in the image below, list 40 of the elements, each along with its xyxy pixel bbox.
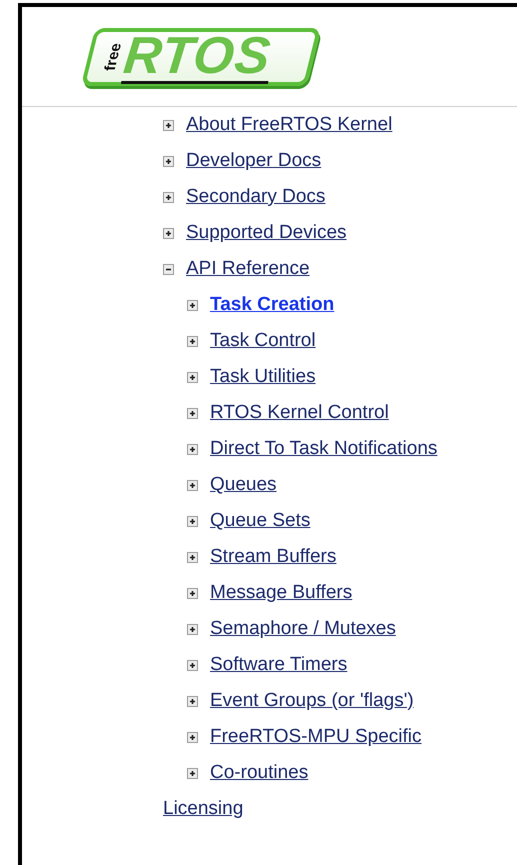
nav-link[interactable]: Semaphore / Mutexes (210, 618, 396, 640)
expand-icon[interactable] (187, 480, 198, 490)
nav-link[interactable]: Task Utilities (210, 366, 316, 388)
expand-icon[interactable] (163, 156, 174, 166)
expand-icon[interactable] (163, 228, 174, 238)
expand-icon[interactable] (187, 660, 198, 670)
nav-link[interactable]: Supported Devices (186, 222, 347, 244)
expand-icon[interactable] (187, 408, 198, 418)
nav-link[interactable]: RTOS Kernel Control (210, 402, 389, 424)
expand-icon[interactable] (187, 516, 198, 526)
nav-link[interactable]: Event Groups (or 'flags') (210, 690, 414, 712)
nav-link[interactable]: Queues (210, 474, 277, 496)
expand-icon[interactable] (187, 588, 198, 598)
expand-icon[interactable] (187, 444, 198, 454)
nav-link[interactable]: Software Timers (210, 654, 348, 676)
nav-link[interactable]: Developer Docs (186, 150, 322, 172)
nav-link[interactable]: About FreeRTOS Kernel (186, 114, 392, 136)
nav-link[interactable]: API Reference (186, 258, 310, 280)
expand-icon[interactable] (187, 336, 198, 346)
nav-link[interactable]: Queue Sets (210, 510, 310, 532)
nav-link[interactable]: Direct To Task Notifications (210, 438, 438, 460)
expand-icon[interactable] (187, 372, 198, 382)
nav-link[interactable]: Licensing (163, 798, 244, 820)
expand-icon[interactable] (163, 192, 174, 202)
nav-link[interactable]: FreeRTOS-MPU Specific (210, 726, 422, 748)
expand-icon[interactable] (163, 120, 174, 130)
expand-icon[interactable] (187, 696, 198, 706)
nav-link[interactable]: Task Creation (210, 294, 334, 316)
expand-icon[interactable] (187, 552, 198, 562)
nav-link[interactable]: Co-routines (210, 762, 308, 784)
expand-icon[interactable] (187, 300, 198, 310)
nav-link[interactable]: Task Control (210, 330, 316, 352)
nav-link[interactable]: Stream Buffers (210, 546, 336, 568)
expand-icon[interactable] (187, 732, 198, 742)
nav-link[interactable]: Message Buffers (210, 582, 352, 604)
logo-text: RTOS (120, 30, 273, 84)
nav-link[interactable]: Secondary Docs (186, 186, 326, 208)
collapse-icon[interactable] (163, 264, 174, 274)
expand-icon[interactable] (187, 624, 198, 634)
expand-icon[interactable] (187, 768, 198, 778)
